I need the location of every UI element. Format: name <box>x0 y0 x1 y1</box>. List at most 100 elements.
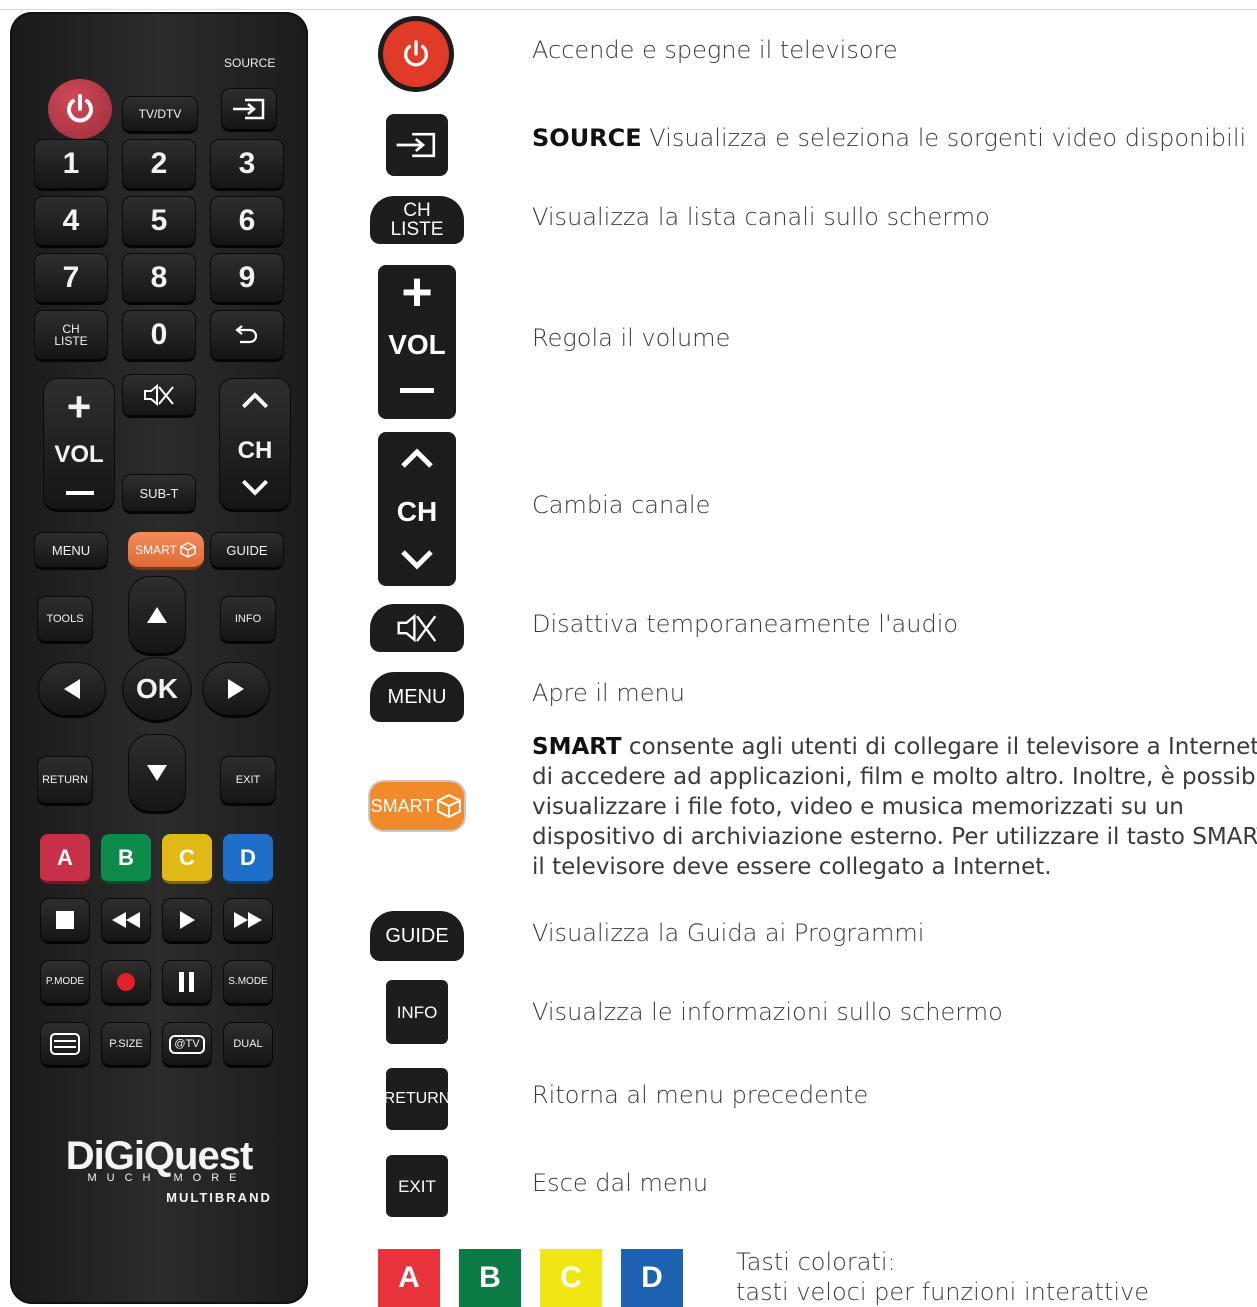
channel-rocker[interactable]: CH <box>219 378 291 512</box>
subt-button[interactable]: SUB-T <box>122 474 196 514</box>
digit-5-button[interactable]: 5 <box>122 196 196 248</box>
cube-icon <box>437 793 462 819</box>
exit-button[interactable]: EXIT <box>220 756 276 806</box>
nav-right-button[interactable] <box>202 662 270 718</box>
nav-left-button[interactable] <box>38 662 106 718</box>
source-icon <box>233 98 265 120</box>
digit-8-button[interactable]: 8 <box>122 253 196 305</box>
smode-button[interactable]: S.MODE <box>223 960 273 1006</box>
nav-down-button[interactable] <box>128 734 186 814</box>
stop-icon <box>56 911 74 929</box>
stop-button[interactable] <box>40 898 90 944</box>
smart-button[interactable]: SMART <box>128 532 204 570</box>
triangle-left-icon <box>64 679 80 699</box>
brand-sub: MULTIBRAND <box>166 1190 272 1205</box>
teletext-icon <box>50 1033 80 1055</box>
tools-button[interactable]: TOOLS <box>37 596 93 644</box>
legend-guide-icon: GUIDE <box>370 911 464 961</box>
smart-line-4: dispositivo di archiviazione esterno. Pe… <box>532 824 1257 850</box>
digit-9-button[interactable]: 9 <box>210 253 284 305</box>
pmode-button[interactable]: P.MODE <box>40 960 90 1006</box>
teletext-button[interactable] <box>40 1022 90 1068</box>
etv-label: @TV <box>169 1034 205 1054</box>
ch-label: CH <box>237 437 273 464</box>
legend-color-key-b: B <box>459 1249 521 1307</box>
nav-up-button[interactable] <box>128 576 186 656</box>
menu-button[interactable]: MENU <box>34 532 108 570</box>
pause-icon <box>179 972 194 992</box>
ch-liste-description: Visualizza la lista canali sullo schermo <box>532 203 990 231</box>
power-description: Accende e spegne il televisore <box>532 36 898 64</box>
legend-color-key-c: C <box>540 1249 602 1307</box>
color-key-d[interactable]: D <box>223 834 273 884</box>
ok-button[interactable]: OK <box>122 657 192 723</box>
source-label: SOURCE <box>224 56 276 70</box>
minus-icon <box>400 388 434 393</box>
back-arrow-icon <box>235 325 258 344</box>
triangle-down-icon <box>147 765 167 781</box>
legend-source-icon <box>386 114 448 176</box>
vol-label: VOL <box>388 329 446 360</box>
mute-icon <box>144 383 174 407</box>
return-description: Ritorna al menu precedente <box>532 1081 869 1109</box>
play-button[interactable] <box>162 898 212 944</box>
guide-button[interactable]: GUIDE <box>210 532 284 570</box>
fast-forward-button[interactable] <box>223 898 273 944</box>
color-keys-description-2: tasti veloci per funzioni interattive <box>736 1278 1150 1306</box>
chevron-down-icon <box>241 479 269 496</box>
mute-button[interactable] <box>122 374 196 418</box>
remote-control: SOURCE TV/DTV 1 2 3 4 5 6 7 8 9 CH LISTE… <box>10 12 308 1304</box>
smart-line-1: consente agli utenti di collegare il tel… <box>621 734 1257 760</box>
digit-3-button[interactable]: 3 <box>210 139 284 191</box>
color-key-a[interactable]: A <box>40 834 90 884</box>
legend-ch-liste-icon: CH LISTE <box>370 196 464 244</box>
brand-tagline: MUCH MORE <box>87 1172 247 1184</box>
source-description: SOURCE Visualizza e seleziona le sorgent… <box>532 124 1246 152</box>
power-icon <box>404 40 428 67</box>
record-icon <box>117 973 135 991</box>
source-icon <box>396 132 436 158</box>
legend-channel-icon: CH <box>378 432 456 586</box>
smart-label: SMART <box>370 796 434 816</box>
dual-button[interactable]: DUAL <box>223 1022 273 1068</box>
return-button[interactable]: RETURN <box>37 756 93 806</box>
rewind-button[interactable] <box>101 898 151 944</box>
volume-description: Regola il volume <box>532 324 731 352</box>
digit-2-button[interactable]: 2 <box>122 139 196 191</box>
smart-line-2: di accedere ad applicazioni, film e molt… <box>532 764 1257 790</box>
digit-1-button[interactable]: 1 <box>34 139 108 191</box>
info-button[interactable]: INFO <box>220 596 276 644</box>
back-button[interactable] <box>210 310 284 362</box>
pause-button[interactable] <box>162 960 212 1006</box>
tvdtv-button[interactable]: TV/DTV <box>122 96 198 134</box>
triangle-up-icon <box>147 607 167 623</box>
legend-mute-icon <box>370 604 464 652</box>
legend-exit-icon: EXIT <box>386 1155 448 1217</box>
top-divider <box>0 9 1257 10</box>
color-key-b[interactable]: B <box>101 834 151 884</box>
etv-button[interactable]: @TV <box>162 1022 212 1068</box>
legend-power-icon <box>378 16 454 92</box>
source-desc-text: Visualizza e seleziona le sorgenti video… <box>641 124 1247 152</box>
color-key-c[interactable]: C <box>162 834 212 884</box>
psize-button[interactable]: P.SIZE <box>101 1022 151 1068</box>
chevron-up-icon <box>401 448 433 468</box>
digit-4-button[interactable]: 4 <box>34 196 108 248</box>
ch-label: CH <box>396 496 438 527</box>
ch-liste-button[interactable]: CH LISTE <box>34 310 108 362</box>
smart-line-3: visualizzare i file foto, video e musica… <box>532 794 1184 820</box>
source-button[interactable] <box>221 88 277 132</box>
record-button[interactable] <box>101 960 151 1006</box>
fast-forward-icon <box>234 912 262 928</box>
color-keys-description-1: Tasti colorati: <box>736 1248 896 1276</box>
volume-rocker[interactable]: + VOL <box>43 378 115 512</box>
source-bold: SOURCE <box>532 124 642 152</box>
digit-0-button[interactable]: 0 <box>122 310 196 362</box>
digit-7-button[interactable]: 7 <box>34 253 108 305</box>
ch-liste-line1: CH <box>403 200 431 221</box>
chevron-down-icon <box>401 550 433 570</box>
power-button[interactable] <box>48 79 112 139</box>
digit-6-button[interactable]: 6 <box>210 196 284 248</box>
legend-info-icon: INFO <box>386 980 448 1044</box>
triangle-right-icon <box>228 679 244 699</box>
